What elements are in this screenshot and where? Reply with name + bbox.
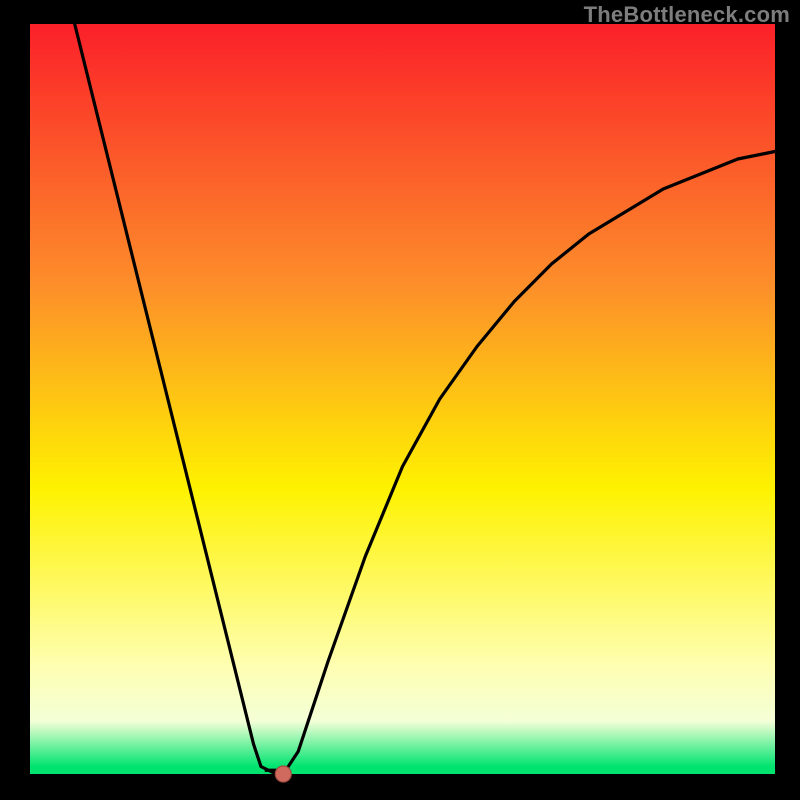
- watermark-text: TheBottleneck.com: [584, 2, 790, 28]
- bottleneck-chart: [0, 0, 800, 800]
- chart-stage: TheBottleneck.com: [0, 0, 800, 800]
- optimum-dot-icon: [275, 766, 291, 782]
- gradient-panel: [30, 24, 775, 774]
